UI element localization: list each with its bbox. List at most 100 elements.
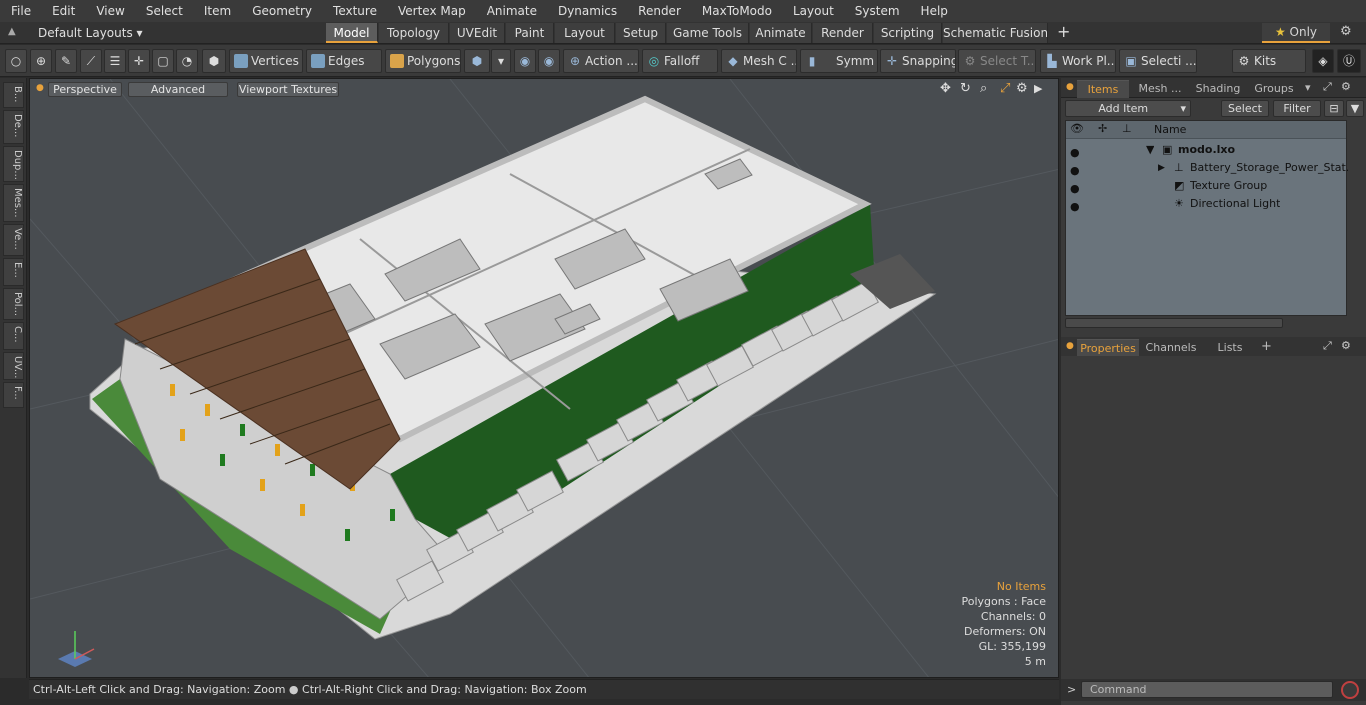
panel-gear-icon[interactable]: ⚙: [1341, 80, 1351, 93]
filter-button[interactable]: Filter: [1273, 100, 1321, 117]
viewport-expand-icon[interactable]: ▶: [1034, 82, 1042, 95]
tab-uvedit[interactable]: UVEdit: [450, 23, 505, 43]
menu-geometry[interactable]: Geometry: [241, 0, 322, 22]
menu-file[interactable]: File: [0, 0, 41, 22]
3d-viewport[interactable]: ● Perspective Advanced Viewport Textures…: [29, 78, 1059, 678]
material-dropdown[interactable]: ▾: [491, 49, 511, 73]
select-button[interactable]: Select: [1221, 100, 1269, 117]
material-mode-button[interactable]: ⬢: [464, 49, 490, 73]
visibility-eye-icon[interactable]: ●: [1070, 198, 1084, 213]
tab-groups[interactable]: Groups: [1247, 80, 1301, 98]
tab-properties[interactable]: Properties: [1077, 339, 1139, 357]
move-view-icon[interactable]: ✥: [940, 81, 951, 96]
menu-dynamics[interactable]: Dynamics: [547, 0, 627, 22]
tab-channels[interactable]: Channels: [1143, 339, 1199, 357]
only-toggle[interactable]: ★ Only: [1262, 23, 1330, 43]
tab-game-tools[interactable]: Game Tools: [667, 23, 749, 43]
tab-model[interactable]: Model: [326, 23, 378, 43]
tab-scripting[interactable]: Scripting: [874, 23, 942, 43]
panel-maximize-icon[interactable]: ⤢: [1323, 339, 1332, 353]
tab-topology[interactable]: Topology: [379, 23, 449, 43]
sym-left-button[interactable]: ◉: [514, 49, 536, 73]
vertices-button[interactable]: Vertices: [229, 49, 303, 73]
strip-tab-fusion[interactable]: F...: [3, 382, 24, 408]
visibility-eye-icon[interactable]: ●: [1070, 144, 1084, 159]
menu-help[interactable]: Help: [910, 0, 958, 22]
select-through-button[interactable]: ⚙ Select T...: [958, 49, 1036, 73]
align-button[interactable]: ☰: [104, 49, 126, 73]
tree-row-scene[interactable]: ● ▼ ▣ modo.lxo: [1066, 141, 1346, 159]
tab-items[interactable]: Items: [1077, 80, 1129, 98]
tabs-dropdown-icon[interactable]: ▾: [1305, 81, 1311, 94]
strip-tab-basic[interactable]: B...: [3, 82, 24, 108]
tree-row-mesh[interactable]: ● ▶ ⊥ Battery_Storage_Power_Stat...: [1066, 159, 1348, 177]
viewport-dot-icon[interactable]: ●: [36, 83, 44, 93]
brush-button[interactable]: ⟋: [80, 49, 102, 73]
globe-button[interactable]: ⊕: [30, 49, 52, 73]
strip-tab-mesh[interactable]: Mes...: [3, 184, 24, 222]
record-macro-icon[interactable]: [1341, 681, 1359, 699]
add-tab-button[interactable]: +: [1261, 339, 1272, 354]
rotate-button[interactable]: ◔: [176, 49, 198, 73]
tab-shading[interactable]: Shading: [1191, 80, 1245, 98]
tab-render[interactable]: Render: [813, 23, 873, 43]
sym-right-button[interactable]: ◉: [538, 49, 560, 73]
layout-menu-icon[interactable]: ▲: [8, 26, 20, 38]
transform-button[interactable]: ✛: [128, 49, 150, 73]
viewport-gear-icon[interactable]: ⚙: [1016, 81, 1028, 96]
menu-layout[interactable]: Layout: [782, 0, 844, 22]
command-input[interactable]: Command: [1081, 681, 1333, 698]
strip-tab-edge[interactable]: E...: [3, 258, 24, 286]
tree-row-texture-group[interactable]: ● ◩ Texture Group: [1066, 177, 1346, 195]
action-center-button[interactable]: ⊕ Action ...: [563, 49, 639, 73]
collapse-button[interactable]: ⊟: [1324, 100, 1344, 117]
menu-vertex-map[interactable]: Vertex Map: [387, 0, 476, 22]
strip-tab-deform[interactable]: De...: [3, 110, 24, 144]
tab-mesh[interactable]: Mesh ...: [1133, 80, 1187, 98]
kits-button[interactable]: ⚙ Kits: [1232, 49, 1306, 73]
item-mode-button[interactable]: ⬢: [202, 49, 226, 73]
mesh-constraint-button[interactable]: ◆ Mesh C ...: [721, 49, 797, 73]
advanced-button[interactable]: Advanced: [128, 82, 228, 97]
viewport-textures-button[interactable]: Viewport Textures: [237, 82, 339, 97]
rotate-view-icon[interactable]: ↻: [960, 81, 971, 96]
selection-sets-button[interactable]: ▣ Selecti ...: [1119, 49, 1197, 73]
snapping-button[interactable]: ✛ Snapping: [880, 49, 956, 73]
edges-button[interactable]: Edges: [306, 49, 382, 73]
maximize-view-icon[interactable]: ⤢: [1000, 81, 1010, 96]
select-circle-button[interactable]: ○: [5, 49, 27, 73]
symmetry-button[interactable]: ▮ Symm ...: [800, 49, 878, 73]
menu-render[interactable]: Render: [627, 0, 691, 22]
menu-edit[interactable]: Edit: [41, 0, 85, 22]
gear-icon[interactable]: ⚙: [1340, 24, 1352, 39]
menu-view[interactable]: View: [85, 0, 134, 22]
menu-maxtomodo[interactable]: MaxToModo: [691, 0, 782, 22]
work-plane-button[interactable]: ▙ Work Pl...: [1040, 49, 1116, 73]
menu-select[interactable]: Select: [135, 0, 193, 22]
pen-tool-button[interactable]: ✎: [55, 49, 77, 73]
zoom-view-icon[interactable]: ⌕: [980, 81, 987, 96]
visibility-eye-icon[interactable]: ●: [1070, 180, 1084, 195]
strip-tab-polygon[interactable]: Pol...: [3, 288, 24, 320]
strip-tab-curve[interactable]: C...: [3, 322, 24, 350]
expand-arrow-icon[interactable]: ▼: [1146, 141, 1154, 159]
panel-dot-icon[interactable]: ●: [1066, 82, 1074, 92]
unity-button[interactable]: ◈: [1312, 49, 1334, 73]
panel-maximize-icon[interactable]: ⤢: [1323, 80, 1332, 94]
tab-lists[interactable]: Lists: [1203, 339, 1257, 357]
default-layouts-dropdown[interactable]: Default Layouts ▾: [38, 24, 143, 42]
panel-dot-icon[interactable]: ●: [1066, 341, 1074, 351]
expand-arrow-icon[interactable]: ▶: [1158, 159, 1165, 177]
polygons-button[interactable]: Polygons: [385, 49, 461, 73]
menu-system[interactable]: System: [844, 0, 910, 22]
perspective-button[interactable]: Perspective: [48, 82, 122, 97]
tab-layout[interactable]: Layout: [555, 23, 615, 43]
visibility-eye-icon[interactable]: ●: [1070, 162, 1084, 177]
strip-tab-uv[interactable]: UV...: [3, 352, 24, 380]
horizontal-scrollbar[interactable]: [1065, 318, 1283, 328]
tab-schematic-fusion[interactable]: Schematic Fusion: [943, 23, 1048, 43]
falloff-button[interactable]: ◎ Falloff: [642, 49, 718, 73]
tab-paint[interactable]: Paint: [506, 23, 554, 43]
unreal-button[interactable]: Ⓤ: [1337, 49, 1361, 73]
add-item-button[interactable]: Add Item ▾: [1065, 100, 1191, 117]
